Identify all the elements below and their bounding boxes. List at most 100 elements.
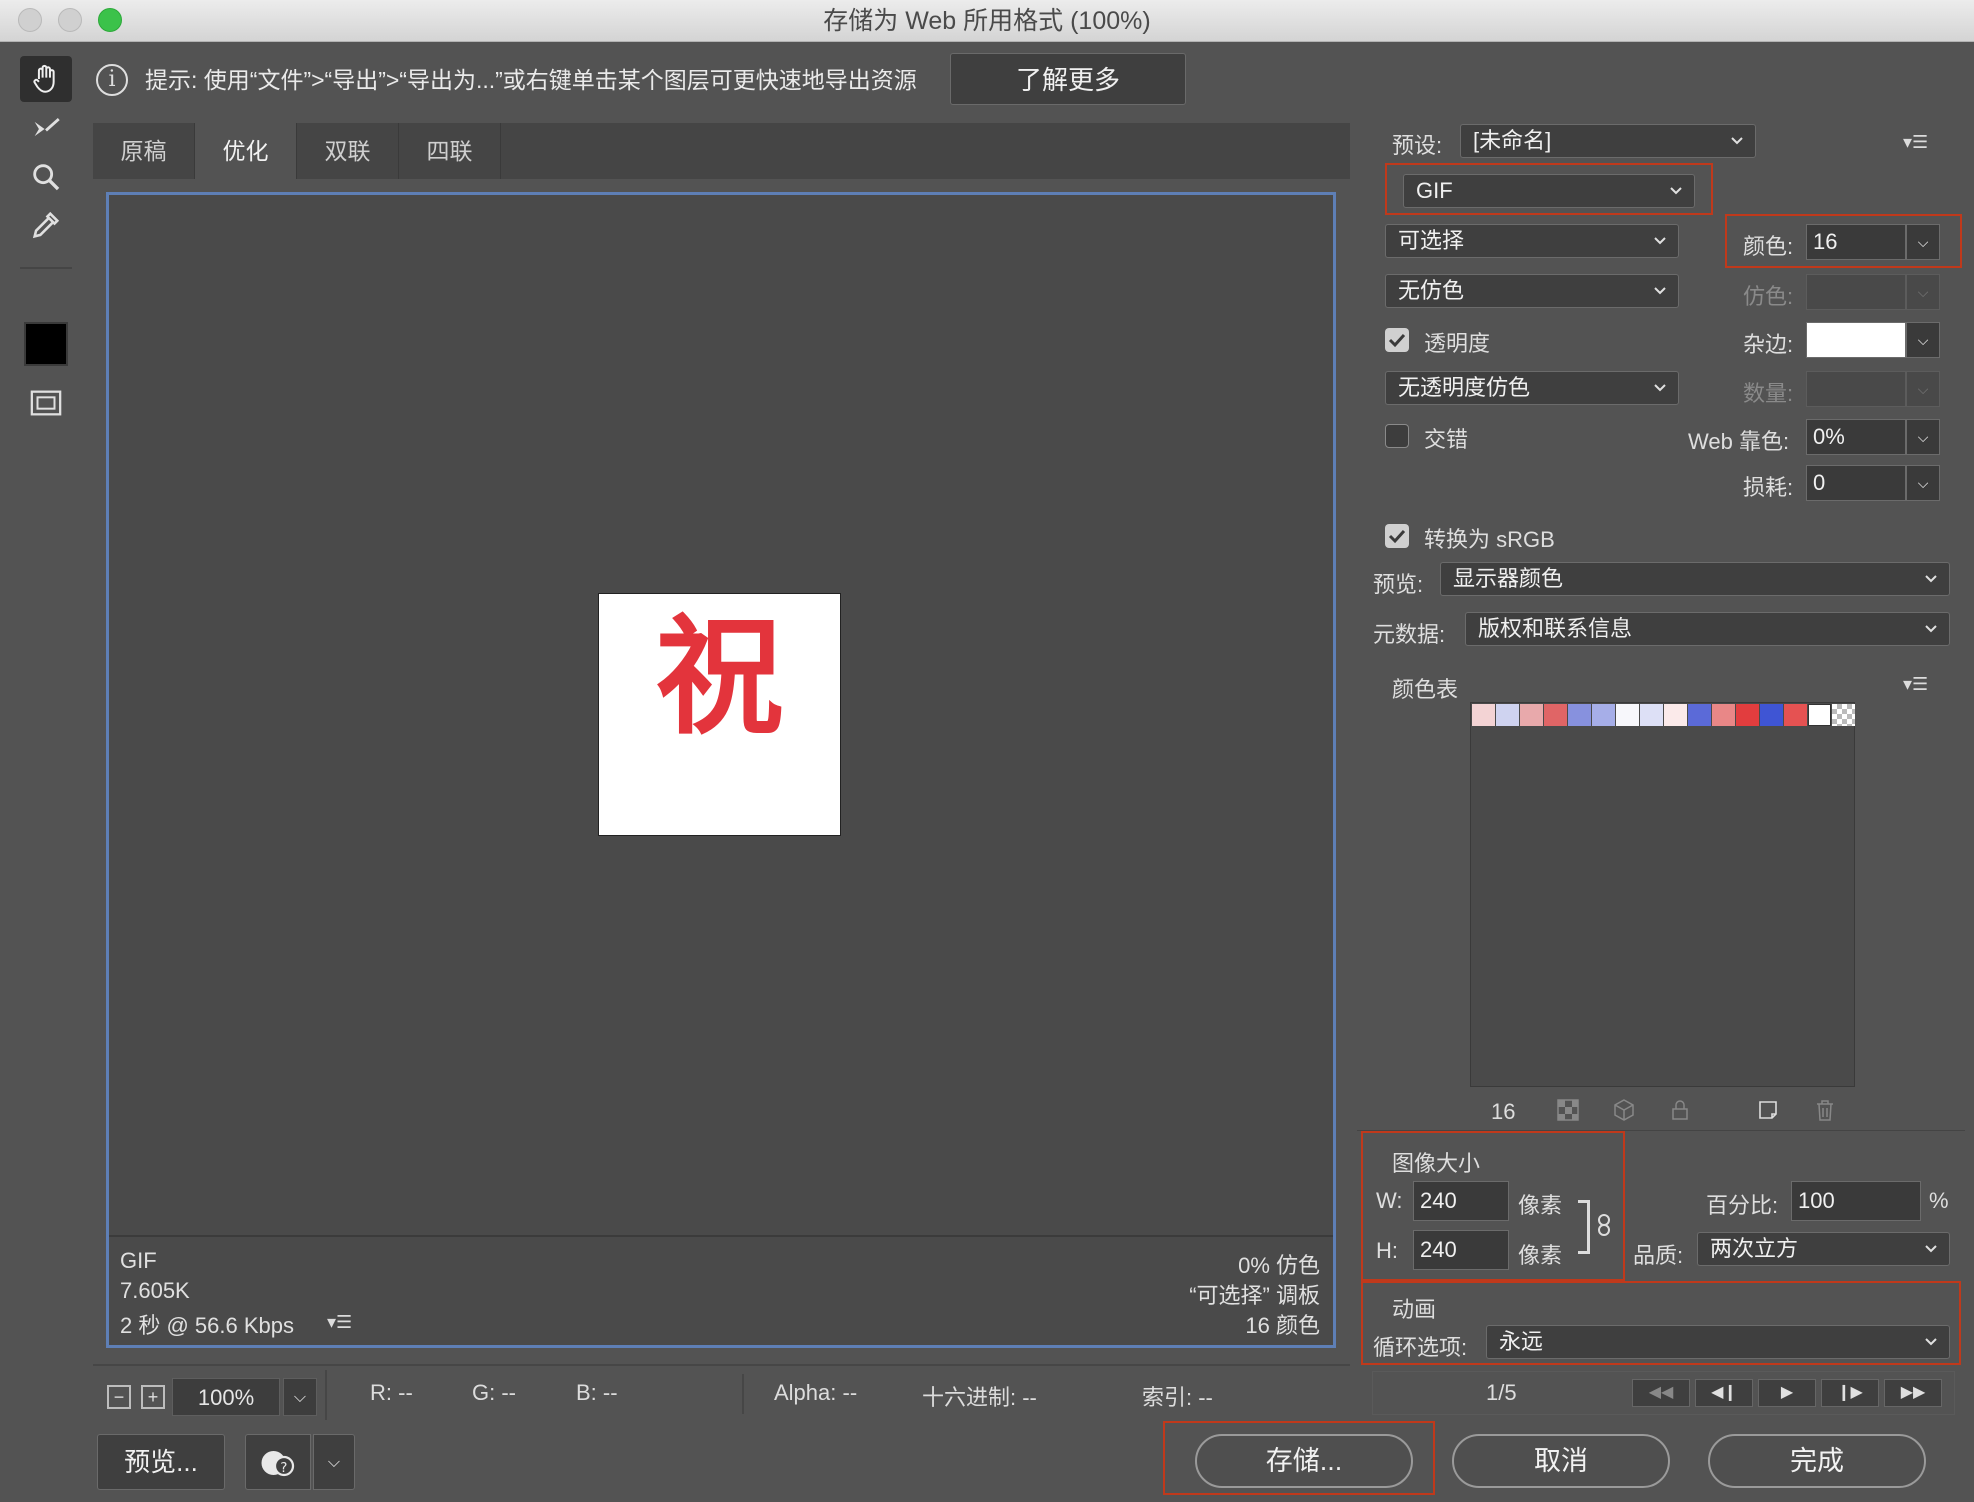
color-swatch[interactable]	[1616, 704, 1639, 726]
color-swatch[interactable]	[1808, 704, 1831, 726]
eyedropper-color-swatch[interactable]	[24, 322, 68, 366]
map-transparent-icon[interactable]	[1556, 1098, 1580, 1122]
trash-icon[interactable]	[1813, 1098, 1837, 1122]
zoom-dropdown-chevron-icon[interactable]: ⌵	[283, 1378, 317, 1416]
slice-select-tool[interactable]	[20, 106, 72, 152]
play-button[interactable]: ▶	[1758, 1379, 1816, 1407]
magnifier-icon	[33, 164, 60, 191]
color-swatch[interactable]	[1832, 704, 1855, 726]
height-label: H:	[1376, 1238, 1398, 1263]
color-swatch[interactable]	[1472, 704, 1495, 726]
status-separator	[742, 1374, 744, 1414]
toggle-slices-tool[interactable]	[20, 380, 72, 426]
color-swatch[interactable]	[1712, 704, 1735, 726]
amount-dropdown-chevron-icon: ⌵	[1906, 371, 1940, 407]
chevron-down-icon	[1670, 187, 1682, 195]
format-select[interactable]: GIF	[1403, 174, 1695, 208]
preview-in-browser-button[interactable]: 预览...	[97, 1434, 225, 1490]
zoom-in-button[interactable]: +	[141, 1385, 165, 1409]
colors-field[interactable]: 16	[1806, 224, 1906, 260]
link-chain-icon[interactable]	[1596, 1210, 1620, 1244]
next-frame-button[interactable]: ❙▶	[1821, 1379, 1879, 1407]
status-divider	[93, 1364, 1350, 1366]
height-field[interactable]: 240	[1413, 1230, 1509, 1270]
width-unit: 像素	[1518, 1193, 1563, 1218]
last-frame-button[interactable]: ▶▶	[1884, 1379, 1942, 1407]
hand-tool[interactable]	[20, 56, 72, 102]
color-swatch[interactable]	[1544, 704, 1567, 726]
chevron-down-icon	[1654, 287, 1666, 295]
hint-text: 提示: 使用“文件”>“导出”>“导出为...”或右键单击某个图层可更快速地导出…	[145, 67, 917, 93]
width-field[interactable]: 240	[1413, 1181, 1509, 1221]
preview-color-value: 显示器颜色	[1453, 566, 1564, 591]
lock-color-icon[interactable]	[1668, 1098, 1692, 1122]
preview-info-menu-icon[interactable]: ▾☰	[327, 1312, 352, 1333]
cancel-button[interactable]: 取消	[1452, 1434, 1670, 1488]
status-g: G: --	[472, 1380, 516, 1405]
tab-4-up[interactable]: 四联	[399, 123, 501, 179]
title-bar: 存储为 Web 所用格式 (100%)	[0, 0, 1974, 42]
zoom-out-button[interactable]: −	[107, 1385, 131, 1409]
preview-download-time: 2 秒 @ 56.6 Kbps	[120, 1313, 294, 1338]
matte-dropdown-chevron-icon[interactable]: ⌵	[1906, 322, 1940, 358]
percent-label: 百分比:	[1706, 1193, 1779, 1218]
color-table-menu-icon[interactable]: ▾☰	[1903, 674, 1928, 695]
zoom-level-field[interactable]: 100%	[172, 1378, 280, 1416]
status-b: B: --	[576, 1380, 618, 1405]
color-swatch[interactable]	[1496, 704, 1519, 726]
learn-more-button[interactable]: 了解更多	[950, 53, 1186, 105]
settings-menu-icon[interactable]: ▾☰	[1903, 132, 1928, 153]
web-snap-field[interactable]: 0%	[1806, 419, 1906, 455]
transparency-dither-select[interactable]: 无透明度仿色	[1385, 371, 1679, 405]
color-swatch[interactable]	[1736, 704, 1759, 726]
interlace-checkbox[interactable]	[1385, 424, 1409, 448]
eyedropper-tool[interactable]	[20, 202, 72, 248]
color-swatch[interactable]	[1784, 704, 1807, 726]
width-label: W:	[1376, 1188, 1403, 1213]
color-swatch[interactable]	[1592, 704, 1615, 726]
zoom-tool[interactable]	[20, 154, 72, 200]
preview-format: GIF	[120, 1248, 157, 1273]
preset-select[interactable]: [未命名]	[1460, 124, 1756, 158]
srgb-checkbox[interactable]	[1385, 524, 1409, 548]
tab-optimized[interactable]: 优化	[195, 123, 297, 179]
matte-label: 杂边:	[1743, 332, 1794, 357]
dither-algorithm-select[interactable]: 无仿色	[1385, 274, 1679, 308]
color-reduction-select[interactable]: 可选择	[1385, 224, 1679, 258]
color-swatch[interactable]	[1568, 704, 1591, 726]
colors-dropdown-chevron-icon[interactable]: ⌵	[1906, 224, 1940, 260]
lossy-field[interactable]: 0	[1806, 465, 1906, 501]
chevron-down-icon	[1925, 1338, 1937, 1346]
new-color-icon[interactable]	[1756, 1098, 1780, 1122]
web-shift-cube-icon[interactable]	[1612, 1098, 1636, 1122]
tab-2-up[interactable]: 双联	[297, 123, 399, 179]
info-icon: i	[96, 64, 128, 96]
quality-label: 品质:	[1633, 1243, 1684, 1268]
transparency-checkbox[interactable]	[1385, 328, 1409, 352]
metadata-select[interactable]: 版权和联系信息	[1465, 612, 1950, 646]
status-separator	[325, 1370, 327, 1420]
matte-color-swatch[interactable]	[1806, 322, 1906, 358]
color-swatch[interactable]	[1664, 704, 1687, 726]
preview-color-select[interactable]: 显示器颜色	[1440, 562, 1950, 596]
web-snap-dropdown-chevron-icon[interactable]: ⌵	[1906, 419, 1940, 455]
tab-original[interactable]: 原稿	[93, 123, 195, 179]
percent-field[interactable]: 100	[1791, 1181, 1921, 1221]
quality-select[interactable]: 两次立方	[1697, 1232, 1950, 1266]
first-frame-button[interactable]: ◀◀	[1632, 1379, 1690, 1407]
color-swatch[interactable]	[1640, 704, 1663, 726]
browser-select-button[interactable]: ?	[245, 1434, 311, 1490]
color-swatch[interactable]	[1760, 704, 1783, 726]
chevron-down-icon	[1654, 237, 1666, 245]
done-button[interactable]: 完成	[1708, 1434, 1926, 1488]
previous-frame-button[interactable]: ◀❙	[1695, 1379, 1753, 1407]
browser-dropdown-chevron-icon[interactable]: ⌵	[313, 1434, 355, 1490]
preview-dither: 0% 仿色	[1238, 1253, 1320, 1278]
color-swatch[interactable]	[1688, 704, 1711, 726]
preset-value: [未命名]	[1473, 128, 1552, 153]
dither-dropdown-chevron-icon: ⌵	[1906, 274, 1940, 310]
save-button[interactable]: 存储...	[1195, 1434, 1413, 1488]
color-swatch[interactable]	[1520, 704, 1543, 726]
lossy-dropdown-chevron-icon[interactable]: ⌵	[1906, 465, 1940, 501]
loop-options-select[interactable]: 永远	[1486, 1325, 1950, 1359]
